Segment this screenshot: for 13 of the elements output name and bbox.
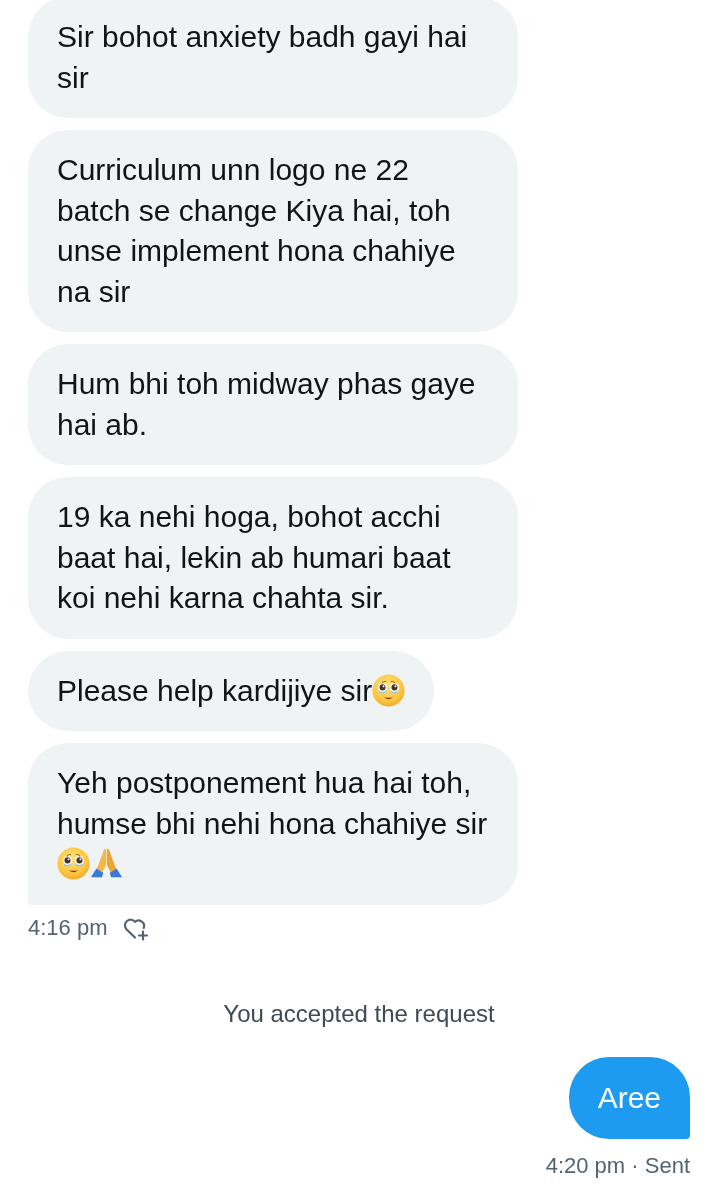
folded-hands-icon [90,847,123,880]
teary-smile-face-icon [57,847,90,880]
message-text: Sir bohot anxiety badh gayi hai sir [57,20,468,94]
message-text: Curriculum unn logo ne 22 batch se change Kiya hai, toh unse implement hona chahiye na sir [57,153,456,308]
teary-smile-face-icon [372,673,406,707]
timestamp: 4:16 pm [28,913,108,942]
message-text: Aree [597,1080,661,1114]
message-text: Yeh postponement hua hai toh, humse bhi nehi hona chahiye sir [57,766,488,840]
message-text: Hum bhi toh midway phas gaye hai ab. [57,367,476,441]
message-text: 19 ka nehi hoga, bohot acchi baat hai, lekin ab humari baat koi nehi karna chahta sir. [57,500,451,614]
system-notice: You accepted the request [222,998,496,1029]
timestamp: 4:20 pm · Sent [544,1152,690,1180]
message-text: Please help kardijiye sir [57,673,373,707]
